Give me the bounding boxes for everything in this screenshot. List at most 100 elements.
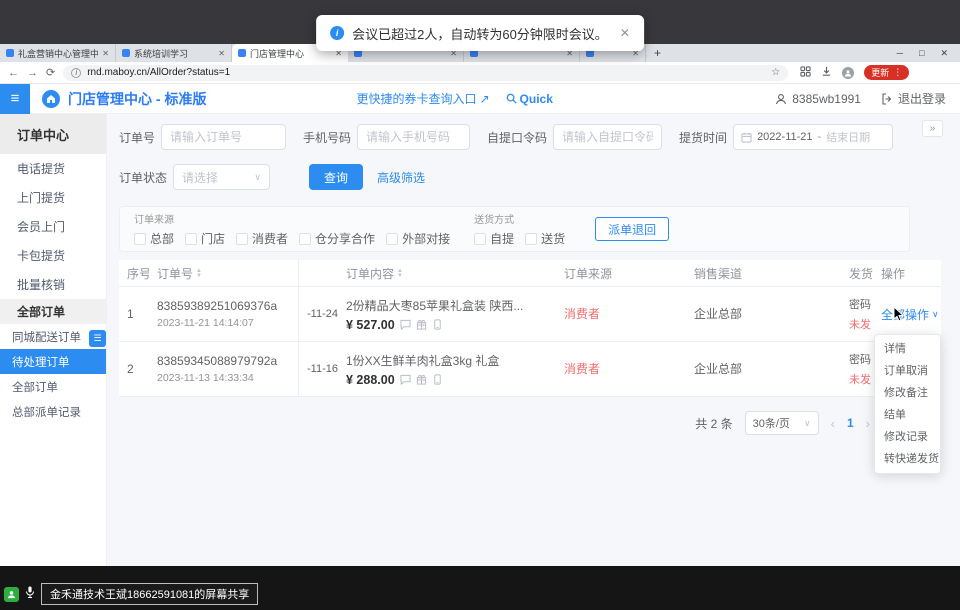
price-line: ¥ 288.00 <box>346 373 556 387</box>
logout-button[interactable]: 退出登录 <box>881 90 946 107</box>
order-source-badge: 消费者 <box>564 362 600 376</box>
message-icon[interactable] <box>400 374 411 385</box>
menu-item-details[interactable]: 详情 <box>875 338 940 360</box>
order-price: ¥ 527.00 <box>346 318 395 332</box>
phone-icon[interactable] <box>432 374 443 385</box>
all-actions-dropdown[interactable]: 全部操作 ∨ <box>881 306 941 323</box>
checkbox-hq[interactable]: 总部 <box>134 230 174 247</box>
microphone-icon[interactable] <box>25 585 35 603</box>
window-close-button[interactable]: ✕ <box>940 48 948 59</box>
sidebar-section-order-center[interactable]: 订单中心 <box>0 114 106 154</box>
window-maximize-button[interactable]: □ <box>919 48 924 58</box>
checkbox-delivery[interactable]: 送货 <box>525 230 565 247</box>
checkbox-self-pickup[interactable]: 自提 <box>474 230 514 247</box>
bookmark-star-icon[interactable]: ☆ <box>771 67 780 78</box>
tab-close-icon[interactable]: ✕ <box>102 49 109 58</box>
coupon-query-entry-link[interactable]: 更快捷的券卡查询入口 ↗ <box>356 90 489 107</box>
date-range-picker[interactable]: 2022-11-21 - 结束日期 <box>733 124 893 150</box>
pickup-code-input[interactable] <box>553 124 662 150</box>
checkbox-warehouse-share[interactable]: 仓分享合作 <box>299 230 375 247</box>
sidebar-item-card-pickup[interactable]: 卡包提货 <box>0 241 106 270</box>
sidebar-toggle-button[interactable]: ≡ <box>0 84 30 114</box>
pagination-prev-button[interactable]: ‹ <box>831 416 835 431</box>
table-row: 2 83859345088979792a 2023-11-13 14:33:34… <box>119 342 941 397</box>
order-no-input[interactable] <box>161 124 286 150</box>
menu-item-edit-remark[interactable]: 修改备注 <box>875 382 940 404</box>
pickup-code-label: 自提口令码 <box>487 129 547 146</box>
advanced-filter-link[interactable]: 高级筛选 <box>377 169 425 186</box>
sidebar-item-hq-dispatch-records[interactable]: 总部派单记录 <box>0 399 106 424</box>
search-button[interactable]: 查询 <box>309 164 363 190</box>
url-bar[interactable]: i rnd.maboy.cn/AllOrder?status=1 ☆ <box>63 65 788 81</box>
date-start-value[interactable]: 2022-11-21 <box>757 131 812 143</box>
sidebar-item-pending-orders[interactable]: 待处理订单 <box>0 349 106 374</box>
header-order-no[interactable]: 订单号▲▼ <box>149 265 298 282</box>
date-end-placeholder[interactable]: 结束日期 <box>826 129 870 145</box>
phone-input[interactable] <box>357 124 470 150</box>
header-pickup-time <box>298 260 338 286</box>
quick-search-label: Quick <box>520 92 553 106</box>
page-size-select[interactable]: 30条/页 ∨ <box>745 411 819 435</box>
order-status-select[interactable]: 请选择 ∨ <box>173 164 270 190</box>
user-account[interactable]: 8385wb1991 <box>775 92 861 106</box>
sidebar-item-all-orders[interactable]: 全部订单 <box>0 374 106 399</box>
search-icon <box>506 93 517 104</box>
filter-row-1: 订单号 手机号码 自提口令码 提货时间 2022-11-21 - 结束日期 <box>119 124 942 150</box>
row-seq: 2 <box>127 362 134 376</box>
checkbox-icon <box>299 233 311 245</box>
tab-close-icon[interactable]: ✕ <box>218 49 225 58</box>
checkbox-store[interactable]: 门店 <box>185 230 225 247</box>
menu-item-close-order[interactable]: 结单 <box>875 404 940 426</box>
gift-icon[interactable] <box>416 374 427 385</box>
browser-menu-icon[interactable]: ⋮ <box>893 67 902 78</box>
window-minimize-button[interactable]: ─ <box>897 48 903 58</box>
menu-item-edit-records[interactable]: 修改记录 <box>875 426 940 448</box>
sort-icon[interactable]: ▲▼ <box>397 269 403 279</box>
sidebar-group-all-orders[interactable]: 全部订单 <box>0 299 106 324</box>
sidebar-mini-list-button[interactable]: ☰ <box>89 330 106 347</box>
pagination-page-1[interactable]: 1 <box>847 416 854 430</box>
quick-search-link[interactable]: Quick <box>506 92 553 106</box>
message-icon[interactable] <box>400 319 411 330</box>
checkbox-consumer[interactable]: 消费者 <box>236 230 288 247</box>
new-tab-button[interactable]: + <box>654 46 661 60</box>
sidebar-item-member-visit[interactable]: 会员上门 <box>0 212 106 241</box>
dispatch-return-button[interactable]: 派单退回 <box>595 217 669 241</box>
update-label: 更新 <box>871 66 889 79</box>
browser-profile-avatar[interactable] <box>842 67 854 79</box>
panel-collapse-button[interactable]: » <box>922 120 943 137</box>
tab-title: 系统培训学习 <box>134 47 214 60</box>
gift-icon[interactable] <box>416 319 427 330</box>
order-number[interactable]: 83859389251069376a <box>157 299 298 313</box>
browser-update-button[interactable]: 更新 ⋮ <box>864 65 909 80</box>
forward-icon[interactable]: → <box>27 67 38 79</box>
header-order-content[interactable]: 订单内容▲▼ <box>338 265 556 282</box>
coupon-query-entry-label: 更快捷的券卡查询入口 <box>356 90 476 107</box>
download-icon[interactable] <box>821 64 832 82</box>
back-icon[interactable]: ← <box>8 67 19 79</box>
menu-item-switch-express[interactable]: 转快递发货 <box>875 448 940 470</box>
extensions-icon[interactable] <box>800 64 811 82</box>
phone-icon[interactable] <box>432 319 443 330</box>
logout-icon <box>881 93 893 105</box>
header-action: 操作 <box>873 265 941 282</box>
row-content-cell: 2份精品大枣85苹果礼盒装 陕西... ¥ 527.00 <box>338 297 556 332</box>
sidebar-item-batch-verify[interactable]: 批量核销 <box>0 270 106 299</box>
delivery-method-options: 自提 送货 <box>474 230 565 247</box>
url-text[interactable]: rnd.maboy.cn/AllOrder?status=1 <box>87 67 765 78</box>
sort-icon[interactable]: ▲▼ <box>196 269 202 279</box>
browser-tab[interactable]: 礼盒营销中心管理中心 ✕ <box>0 44 116 62</box>
order-number[interactable]: 83859345088979792a <box>157 354 298 368</box>
sidebar-item-door-pickup[interactable]: 上门提货 <box>0 183 106 212</box>
menu-item-cancel-order[interactable]: 订单取消 <box>875 360 940 382</box>
table-header-row: 序号 订单号▲▼ 订单内容▲▼ 订单来源 销售渠道 发货 操作 <box>119 260 941 287</box>
reload-icon[interactable]: ⟳ <box>46 66 55 79</box>
checkbox-external[interactable]: 外部对接 <box>386 230 450 247</box>
pickup-date-fragment: -11-16 <box>307 363 338 375</box>
sidebar-item-phone-pickup[interactable]: 电话提货 <box>0 154 106 183</box>
browser-tab[interactable]: 系统培训学习 ✕ <box>116 44 232 62</box>
toast-close-icon[interactable]: ✕ <box>620 26 630 40</box>
pagination-next-button[interactable]: › <box>866 416 870 431</box>
share-app-icon <box>4 587 19 602</box>
site-info-icon[interactable]: i <box>71 68 81 78</box>
